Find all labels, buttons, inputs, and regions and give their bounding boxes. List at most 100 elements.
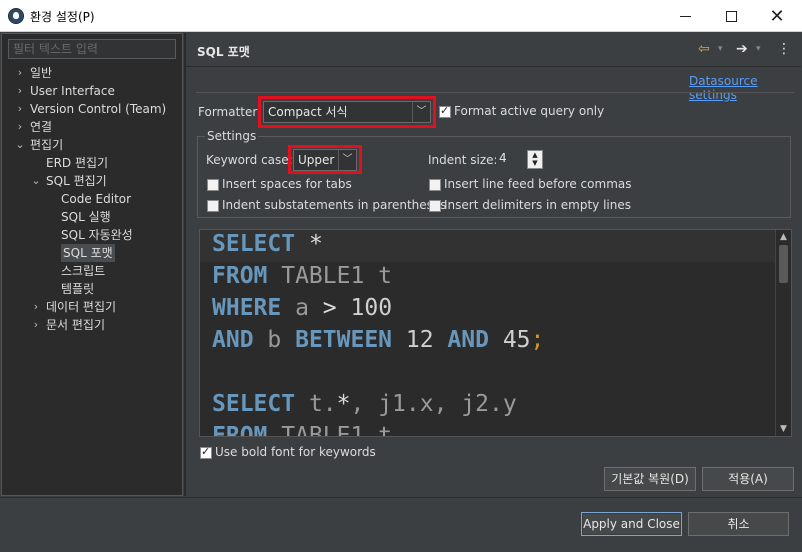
code-token: 12 — [392, 327, 448, 353]
sidebar-item[interactable]: ERD 편집기 — [2, 154, 182, 172]
cancel-button[interactable]: 취소 — [688, 512, 789, 536]
preferences-sidebar: › 일반 › User Interface › Version Control (Team… — [1, 33, 183, 496]
code-token: , j1.x, j2.y — [350, 391, 517, 417]
back-arrow-icon[interactable]: ⇦ — [698, 40, 710, 58]
insert-spaces-label: Insert spaces for tabs — [222, 177, 352, 191]
sidebar-item[interactable]: › 문서 편집기 — [2, 316, 182, 334]
view-menu-icon[interactable]: ⋮ — [777, 40, 791, 58]
sidebar-item[interactable]: › Version Control (Team) — [2, 100, 182, 118]
divider — [196, 92, 794, 93]
sidebar-item[interactable]: › 연결 — [2, 118, 182, 136]
datasource-settings-link[interactable]: Datasource settings — [689, 74, 801, 102]
code-token: FROM — [212, 263, 268, 289]
chevron-down-icon[interactable]: ⌄ — [14, 136, 26, 154]
sidebar-item[interactable]: › User Interface — [2, 82, 182, 100]
code-token: 100 — [336, 295, 393, 321]
code-token: a — [281, 295, 323, 321]
maximize-button[interactable] — [708, 0, 754, 32]
code-token: > — [322, 295, 337, 321]
sidebar-item[interactable]: › 데이터 편집기 — [2, 298, 182, 316]
chevron-right-icon[interactable]: › — [30, 298, 42, 316]
code-token: * — [295, 231, 323, 257]
sidebar-item-label: 문서 편집기 — [46, 318, 106, 332]
apply-button[interactable]: 적용(A) — [702, 467, 794, 491]
indent-size-spinner[interactable]: 4 ▲ ▼ — [496, 149, 544, 169]
close-button[interactable]: ✕ — [754, 0, 800, 32]
dialog-button-bar: Apply and Close 취소 — [0, 497, 802, 552]
code-token: t. — [295, 391, 337, 417]
sidebar-item-label: 데이터 편집기 — [46, 300, 117, 314]
code-token: AND — [212, 327, 254, 353]
code-line: WHERE a > 100 — [212, 292, 544, 324]
sql-preview-code: SELECT * FROM TABLE1 t WHERE a > 100 AND b … — [212, 230, 544, 437]
code-line: SELECT * — [212, 230, 544, 260]
keyword-case-highlight — [288, 145, 362, 174]
sidebar-item[interactable]: ⌄ SQL 편집기 — [2, 172, 182, 190]
indent-size-label: Indent size: — [428, 153, 498, 167]
indent-substatements-label: Indent substatements in parentheses — [222, 198, 447, 212]
sidebar-item[interactable]: SQL 실행 — [2, 208, 182, 226]
sidebar-item[interactable]: › 일반 — [2, 64, 182, 82]
sidebar-item[interactable]: ⌄ 편집기 — [2, 136, 182, 154]
sidebar-item-label: 일반 — [30, 66, 53, 80]
delimiters-empty-lines-checkbox[interactable] — [429, 200, 441, 212]
page-header: SQL 포맷 ⇦ ▾ ➔ ▾ ⋮ — [186, 33, 801, 67]
chevron-right-icon[interactable]: › — [14, 118, 26, 136]
sidebar-item[interactable]: SQL 포맷 — [2, 244, 182, 262]
preferences-tree: › 일반 › User Interface › Version Control (Team… — [2, 64, 182, 334]
settings-group-title: Settings — [205, 129, 259, 143]
bold-keywords-checkbox[interactable] — [200, 445, 212, 459]
chevron-down-icon[interactable]: ⌄ — [30, 172, 42, 190]
format-active-checkbox[interactable] — [439, 104, 451, 118]
spin-down-icon[interactable]: ▼ — [528, 159, 542, 167]
filter-input[interactable] — [8, 39, 176, 59]
sidebar-item[interactable]: 스크립트 — [2, 262, 182, 280]
code-line: AND b BETWEEN 12 AND 45; — [212, 324, 544, 356]
back-history-dropdown-icon[interactable]: ▾ — [718, 40, 723, 58]
sidebar-item-label: SQL 실행 — [61, 210, 111, 224]
line-feed-commas-label: Insert line feed before commas — [444, 177, 632, 191]
spin-up-icon[interactable]: ▲ — [528, 151, 542, 159]
code-token: TABLE1 t — [267, 423, 393, 437]
vertical-scrollbar[interactable]: ▲ ▼ — [775, 230, 791, 436]
sidebar-item-label: 스크립트 — [61, 264, 106, 278]
minimize-icon — [679, 15, 691, 17]
indent-size-value[interactable]: 4 — [496, 149, 526, 169]
chevron-right-icon[interactable]: › — [14, 100, 26, 118]
sidebar-item-label: Version Control (Team) — [30, 102, 167, 116]
code-line: FROM TABLE1 t — [212, 260, 544, 292]
scroll-down-icon[interactable]: ▼ — [776, 422, 791, 436]
window-title: 환경 설정(P) — [30, 10, 95, 24]
sidebar-item[interactable]: Code Editor — [2, 190, 182, 208]
restore-defaults-button[interactable]: 기본값 복원(D) — [604, 467, 696, 491]
scrollbar-thumb[interactable] — [779, 245, 788, 283]
sql-preview-editor[interactable]: SELECT * FROM TABLE1 t WHERE a > 100 AND b … — [199, 229, 792, 437]
chevron-right-icon[interactable]: › — [14, 82, 26, 100]
indent-substatements-checkbox[interactable] — [207, 200, 219, 212]
scroll-up-icon[interactable]: ▲ — [776, 230, 791, 244]
code-token: BETWEEN — [295, 327, 393, 353]
sidebar-item[interactable]: 템플릿 — [2, 280, 182, 298]
forward-history-dropdown-icon[interactable]: ▾ — [756, 40, 761, 58]
title-bar: 환경 설정(P) ✕ — [0, 0, 802, 32]
minimize-button[interactable] — [662, 0, 708, 32]
chevron-right-icon[interactable]: › — [30, 316, 42, 334]
chevron-right-icon[interactable]: › — [14, 64, 26, 82]
code-token: SELECT — [212, 231, 296, 257]
forward-arrow-icon[interactable]: ➔ — [736, 40, 748, 58]
sidebar-item-label: Code Editor — [61, 192, 132, 206]
insert-spaces-checkbox[interactable] — [207, 179, 219, 191]
sidebar-item[interactable]: SQL 자동완성 — [2, 226, 182, 244]
apply-and-close-button[interactable]: Apply and Close — [581, 512, 682, 536]
code-token: 45 — [488, 327, 531, 353]
line-feed-commas-checkbox[interactable] — [429, 179, 441, 191]
sidebar-item-label: SQL 편집기 — [46, 174, 107, 188]
page-title: SQL 포맷 — [197, 45, 250, 59]
sidebar-item-label: 템플릿 — [61, 282, 95, 296]
code-token: SELECT — [212, 391, 296, 417]
spinner-buttons[interactable]: ▲ ▼ — [527, 150, 543, 169]
code-token: WHERE — [212, 295, 282, 321]
format-active-label: Format active query only — [454, 104, 605, 118]
bold-keywords-label: Use bold font for keywords — [215, 445, 376, 459]
